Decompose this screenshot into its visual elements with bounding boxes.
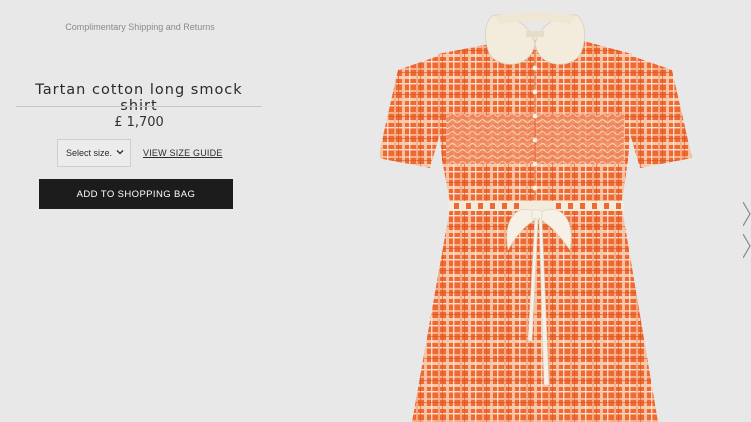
shipping-banner: Complimentary Shipping and Returns (65, 22, 215, 32)
title-divider (16, 106, 262, 107)
product-info-panel: Complimentary Shipping and Returns Tarta… (10, 0, 265, 230)
chevron-right-icon[interactable] (743, 200, 751, 260)
waist-trim (448, 201, 624, 211)
right-sleeve (622, 56, 692, 168)
product-price: £ 1,700 (114, 115, 164, 130)
product-image (380, 12, 692, 422)
chevron-down-icon (116, 150, 124, 155)
size-dropdown-value: Select size. (66, 148, 113, 158)
size-guide-link[interactable]: VIEW SIZE GUIDE (143, 148, 223, 158)
size-dropdown[interactable]: Select size. (57, 139, 131, 167)
product-title: Tartan cotton long smock shirt (35, 82, 243, 114)
product-page: Complimentary Shipping and Returns Tarta… (0, 0, 751, 422)
left-sleeve (380, 56, 448, 168)
add-to-bag-button[interactable]: ADD TO SHOPPING BAG (39, 179, 233, 209)
brand-label (526, 31, 544, 37)
